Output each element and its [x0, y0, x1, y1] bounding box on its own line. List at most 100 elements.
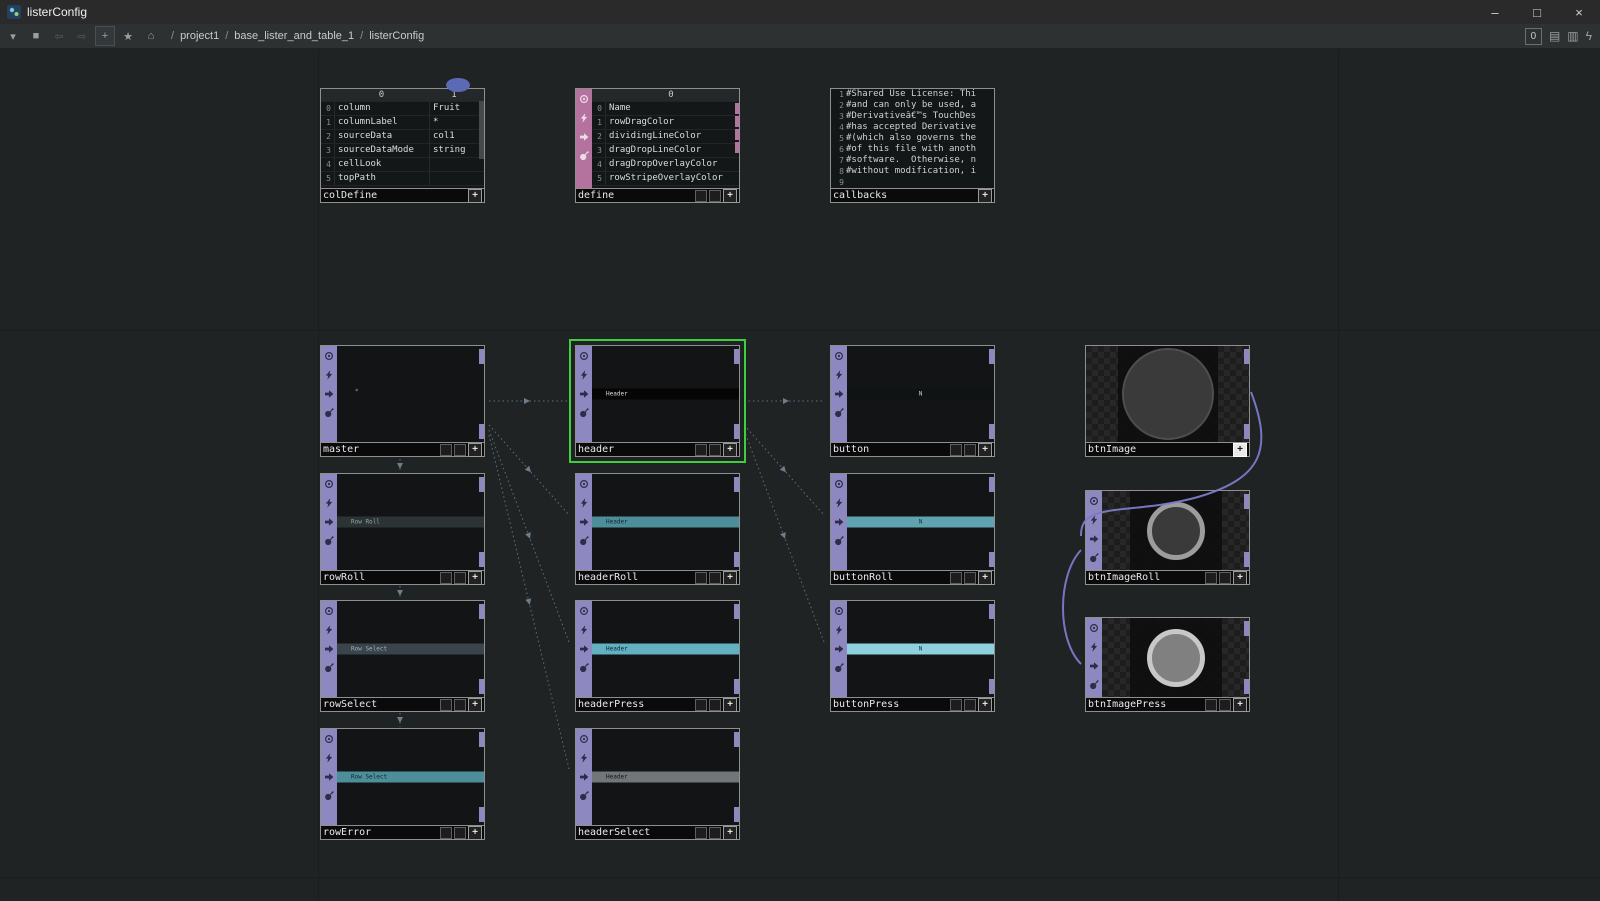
node-flag-button[interactable] [440, 698, 452, 711]
node-name-label[interactable]: button [833, 444, 948, 455]
node-viewer[interactable] [1085, 617, 1250, 698]
param-connector-bottom[interactable] [1244, 424, 1249, 439]
minimize-button[interactable]: – [1474, 0, 1516, 24]
export-flag-icon[interactable] [834, 644, 844, 654]
node-viewer[interactable]: * [320, 345, 485, 443]
export-flag-icon[interactable] [1089, 661, 1099, 671]
param-connector-bottom[interactable] [734, 807, 739, 822]
node-header[interactable]: Header header + [569, 339, 746, 463]
node-flag-button[interactable] [440, 826, 452, 839]
viewer-flag-icon[interactable] [324, 351, 334, 361]
param-connector-top[interactable] [479, 477, 484, 492]
bomb-icon[interactable] [579, 791, 589, 801]
breadcrumb-item[interactable]: base_lister_and_table_1 [234, 30, 354, 42]
node-callbacks[interactable]: 1 #Shared Use License: Thi 2 #and can only … [830, 88, 995, 203]
export-flag-icon[interactable] [579, 389, 589, 399]
bomb-icon[interactable] [579, 151, 589, 161]
home-icon[interactable]: ⌂ [141, 26, 161, 46]
node-viewer[interactable]: 0 1 0 column Fruit 1 columnLabel * 2 sourceData co… [320, 88, 485, 189]
param-connector-top[interactable] [734, 732, 739, 747]
node-name-label[interactable]: btnImage [1088, 444, 1231, 455]
network-canvas[interactable]: 0 1 0 column Fruit 1 columnLabel * 2 sourceData co… [0, 0, 1600, 901]
node-flag-button[interactable] [1219, 571, 1231, 584]
viewer-flag-icon[interactable] [834, 351, 844, 361]
param-connector-top[interactable] [1244, 349, 1249, 364]
bypass-flag-icon[interactable] [579, 113, 589, 123]
param-connector-top[interactable] [1244, 621, 1249, 636]
expand-plus-button[interactable]: + [468, 442, 482, 457]
expand-plus-button[interactable]: + [978, 442, 992, 457]
param-connector-top[interactable] [989, 604, 994, 619]
bypass-flag-icon[interactable] [324, 753, 334, 763]
dropdown-icon[interactable]: ▾ [3, 26, 23, 46]
expand-plus-button[interactable]: + [723, 697, 737, 712]
param-connector-top[interactable] [989, 477, 994, 492]
node-headerRoll[interactable]: Header headerRoll + [575, 473, 740, 585]
node-flag-button[interactable] [1205, 698, 1217, 711]
node-colDefine[interactable]: 0 1 0 column Fruit 1 columnLabel * 2 sourceData co… [320, 88, 485, 203]
param-connector-bottom[interactable] [479, 679, 484, 694]
bomb-icon[interactable] [579, 408, 589, 418]
node-master[interactable]: * master + [320, 345, 485, 457]
node-flag-button[interactable] [440, 571, 452, 584]
export-flag-icon[interactable] [324, 517, 334, 527]
expand-plus-button[interactable]: + [468, 570, 482, 585]
node-button[interactable]: Nbutton + [830, 345, 995, 457]
panel-layout-icon[interactable]: ▤ [1549, 29, 1560, 43]
param-connector-top[interactable] [1244, 494, 1249, 509]
bypass-flag-icon[interactable] [834, 625, 844, 635]
bypass-flag-icon[interactable] [579, 498, 589, 508]
param-connector-bottom[interactable] [1244, 552, 1249, 567]
node-name-label[interactable]: rowError [323, 827, 438, 838]
stop-icon[interactable]: ■ [26, 26, 46, 46]
node-flag-button[interactable] [695, 698, 707, 711]
expand-plus-button[interactable]: + [723, 188, 737, 203]
export-flag-icon[interactable] [579, 517, 589, 527]
viewer-flag-icon[interactable] [324, 606, 334, 616]
bomb-icon[interactable] [1089, 553, 1099, 563]
viewer-flag-icon[interactable] [579, 94, 589, 104]
expand-plus-button[interactable]: + [468, 188, 482, 203]
param-connector-bottom[interactable] [734, 552, 739, 567]
expand-plus-button[interactable]: + [723, 570, 737, 585]
node-viewer[interactable]: Header [575, 345, 740, 443]
node-viewer[interactable]: 0 0 Name 1 rowDragColor 2 dividingLineColor 3 dr… [575, 88, 740, 189]
close-button[interactable]: × [1558, 0, 1600, 24]
node-rowRoll[interactable]: Row Roll rowRoll + [320, 473, 485, 585]
node-name-label[interactable]: colDefine [323, 190, 466, 201]
bomb-icon[interactable] [579, 536, 589, 546]
node-flag-button[interactable] [454, 826, 466, 839]
expand-plus-button[interactable]: + [1233, 697, 1247, 712]
param-connector-bottom[interactable] [989, 679, 994, 694]
node-viewer[interactable]: N [830, 600, 995, 698]
viewer-flag-icon[interactable] [579, 479, 589, 489]
node-flag-button[interactable] [1219, 698, 1231, 711]
node-name-label[interactable]: master [323, 444, 438, 455]
bypass-flag-icon[interactable] [834, 370, 844, 380]
node-name-label[interactable]: headerSelect [578, 827, 693, 838]
viewer-flag-icon[interactable] [324, 734, 334, 744]
param-connector-top[interactable] [479, 349, 484, 364]
node-viewer[interactable]: N [830, 473, 995, 571]
export-flag-icon[interactable] [324, 389, 334, 399]
bypass-flag-icon[interactable] [324, 370, 334, 380]
node-buttonPress[interactable]: NbuttonPress + [830, 600, 995, 712]
node-flag-button[interactable] [454, 443, 466, 456]
bomb-icon[interactable] [324, 663, 334, 673]
node-viewer[interactable]: Header [575, 728, 740, 826]
node-flag-button[interactable] [440, 443, 452, 456]
bomb-icon[interactable] [1089, 680, 1099, 690]
node-flag-button[interactable] [709, 698, 721, 711]
expand-plus-button[interactable]: + [468, 697, 482, 712]
export-flag-icon[interactable] [834, 517, 844, 527]
node-flag-button[interactable] [695, 443, 707, 456]
forward-icon[interactable]: ⇨ [72, 26, 92, 46]
export-flag-icon[interactable] [579, 644, 589, 654]
bypass-flag-icon[interactable] [1089, 642, 1099, 652]
node-name-label[interactable]: rowSelect [323, 699, 438, 710]
node-btnImagePress[interactable]: btnImagePress + [1085, 617, 1250, 712]
node-flag-button[interactable] [695, 189, 707, 202]
node-headerPress[interactable]: Header headerPress + [575, 600, 740, 712]
bypass-flag-icon[interactable] [1089, 515, 1099, 525]
node-flag-button[interactable] [709, 189, 721, 202]
